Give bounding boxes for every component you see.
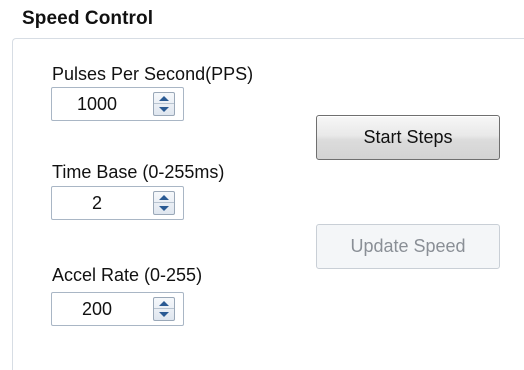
- spin-down-arrow-icon: [159, 206, 169, 211]
- time-base-numeric[interactable]: [51, 186, 184, 220]
- spin-up-arrow-icon: [159, 194, 169, 200]
- start-steps-button[interactable]: Start Steps: [316, 115, 500, 160]
- accel-rate-label: Accel Rate (0-255): [52, 265, 203, 285]
- update-speed-button[interactable]: Update Speed: [316, 224, 500, 269]
- spin-down-arrow-icon: [159, 312, 169, 317]
- spin-up-arrow-icon: [159, 95, 169, 101]
- time-base-label: Time Base (0-255ms): [52, 162, 225, 182]
- accel-rate-spin-down-button[interactable]: [154, 309, 174, 320]
- pps-label: Pulses Per Second(PPS): [52, 64, 254, 84]
- accel-rate-spinner[interactable]: [153, 297, 175, 321]
- pps-input[interactable]: [52, 88, 142, 120]
- pps-spinner[interactable]: [153, 92, 175, 116]
- spin-down-arrow-icon: [159, 107, 169, 112]
- pps-spin-down-button[interactable]: [154, 104, 174, 115]
- pps-spin-up-button[interactable]: [154, 93, 174, 104]
- time-base-input[interactable]: [52, 187, 142, 219]
- pps-numeric[interactable]: [51, 87, 184, 121]
- accel-rate-input[interactable]: [52, 293, 142, 325]
- time-base-spin-down-button[interactable]: [154, 203, 174, 214]
- spin-up-arrow-icon: [159, 300, 169, 306]
- speed-control-panel: Speed Control Pulses Per Second(PPS) Tim…: [0, 0, 524, 370]
- group-title: Speed Control: [22, 8, 154, 29]
- time-base-spinner[interactable]: [153, 191, 175, 215]
- time-base-spin-up-button[interactable]: [154, 192, 174, 203]
- accel-rate-numeric[interactable]: [51, 292, 184, 326]
- accel-rate-spin-up-button[interactable]: [154, 298, 174, 309]
